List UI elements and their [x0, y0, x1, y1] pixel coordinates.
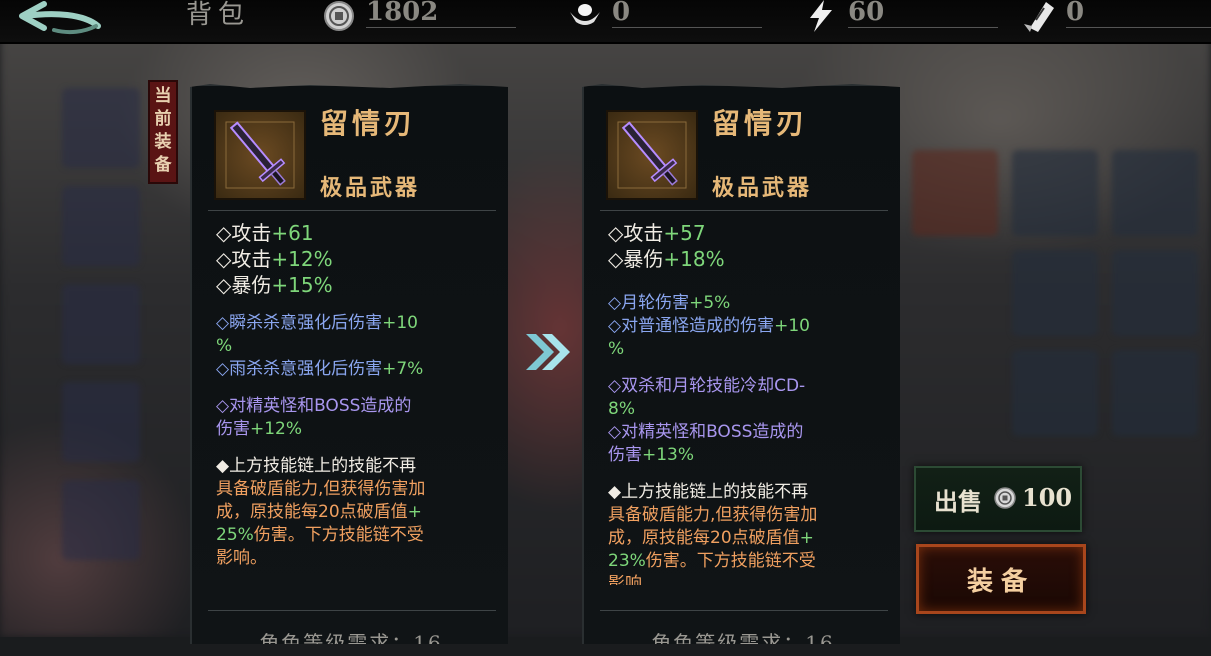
special-effects-2: ◇双杀和月轮技能冷却CD- 8% ◇对精英怪和BOSS造成的 伤害+13% — [608, 375, 888, 467]
coins-value: 1802 — [366, 0, 516, 28]
set-line: 成，原技能每20点破盾值+ — [608, 528, 814, 548]
set-line: 成，原技能每20点破盾值+ — [216, 502, 422, 522]
divider — [208, 210, 496, 211]
equip-button[interactable]: 装备 — [916, 544, 1086, 614]
stat-line: ◇攻击+57 — [608, 221, 706, 245]
lightning-icon — [810, 0, 832, 32]
set-line: 影响 — [608, 574, 642, 585]
top-bar: 背包 1802 0 60 0 — [0, 0, 1211, 44]
stat-line: ◇攻击+61 — [216, 221, 314, 245]
item-name: 留情刃 — [712, 107, 809, 140]
set-line: 23%伤害。下方技能链不受 — [608, 551, 816, 571]
current-item-panel: 留情刃 极品武器 ◇攻击+61 ◇攻击+12% ◇暴伤+15% ◇瞬杀杀意强化后… — [190, 84, 508, 644]
special-line: 伤害+12% — [216, 419, 303, 439]
divider — [600, 610, 888, 611]
tickets-value: 0 — [1066, 0, 1211, 28]
set-line: 具备破盾能力,但获得伤害加 — [608, 505, 818, 525]
equip-label: 装备 — [966, 567, 1035, 597]
special-line: ◇对精英怪和BOSS造成的 — [216, 396, 412, 416]
stat-line: ◇暴伤+18% — [608, 247, 725, 271]
stat-line: ◇攻击+12% — [216, 247, 333, 271]
item-name: 留情刃 — [320, 107, 417, 140]
ingot-icon — [570, 4, 600, 25]
coin-icon — [324, 1, 354, 31]
ingots-value: 0 — [612, 0, 762, 28]
item-icon — [606, 110, 698, 200]
set-line: 影响。 — [216, 548, 267, 568]
stat-line: ◇暴伤+15% — [216, 273, 333, 297]
sword-icon — [617, 121, 687, 189]
current-equipment-label: 当前装备 — [154, 86, 172, 175]
item-type: 极品武器 — [712, 175, 813, 201]
special-line: ◇瞬杀杀意强化后伤害+10 — [216, 313, 418, 333]
special-effects: ◇月轮伤害+5% ◇对普通怪造成的伤害+10 % — [608, 292, 888, 361]
sell-price: 100 — [1022, 483, 1073, 512]
special-line: ◇雨杀杀意强化后伤害+7% — [216, 359, 424, 379]
back-arrow-icon — [19, 1, 101, 35]
item-icon — [214, 110, 306, 200]
current-equipment-tag: 当前装备 — [148, 80, 178, 184]
special-line: ◇月轮伤害+5% — [608, 293, 731, 313]
selected-item-panel: 留情刃 极品武器 ◇攻击+57 ◇暴伤+18% ◇月轮伤害+5% ◇对普通怪造成… — [582, 84, 900, 644]
item-type: 极品武器 — [320, 175, 421, 201]
level-requirement: 角色等级需求：16 — [259, 631, 443, 655]
special-line: ◇双杀和月轮技能冷却CD- — [608, 376, 806, 396]
set-effect: ◆上方技能链上的技能不再 具备破盾能力,但获得伤害加 成，原技能每20点破盾值+… — [216, 455, 496, 570]
special-effects-2: ◇对精英怪和BOSS造成的 伤害+12% — [216, 395, 496, 441]
sell-label: 出售 — [934, 487, 982, 516]
sword-icon — [225, 121, 295, 189]
special-line-cont: 8% — [608, 399, 635, 419]
sell-button[interactable]: 出售 100 — [914, 466, 1082, 532]
page-title: 背包 — [186, 0, 251, 30]
special-line-cont: % — [608, 339, 625, 359]
double-chevron-icon — [526, 334, 570, 370]
back-button[interactable] — [14, 0, 102, 36]
coin-icon — [994, 487, 1016, 509]
set-line: 具备破盾能力,但获得伤害加 — [216, 479, 426, 499]
special-line: 伤害+13% — [608, 445, 695, 465]
special-line-cont: % — [216, 336, 233, 356]
energy-value: 60 — [848, 0, 998, 28]
set-line: ◆上方技能链上的技能不再 — [608, 482, 809, 502]
special-effects: ◇瞬杀杀意强化后伤害+10 % ◇雨杀杀意强化后伤害+7% — [216, 312, 496, 381]
set-effect: ◆上方技能链上的技能不再 具备破盾能力,但获得伤害加 成，原技能每20点破盾值+… — [608, 481, 888, 585]
set-line: ◆上方技能链上的技能不再 — [216, 456, 417, 476]
ticket-icon — [1024, 2, 1054, 32]
set-line: 25%伤害。下方技能链不受 — [216, 525, 424, 545]
item-stats: ◇攻击+61 ◇攻击+12% ◇暴伤+15% ◇瞬杀杀意强化后伤害+10 % ◇… — [216, 220, 496, 570]
item-stats: ◇攻击+57 ◇暴伤+18% ◇月轮伤害+5% ◇对普通怪造成的伤害+10 % … — [608, 220, 888, 585]
special-line: ◇对精英怪和BOSS造成的 — [608, 422, 804, 442]
divider — [600, 210, 888, 211]
level-requirement: 角色等级需求：16 — [651, 631, 835, 655]
special-line: ◇对普通怪造成的伤害+10 — [608, 316, 810, 336]
divider — [208, 610, 496, 611]
